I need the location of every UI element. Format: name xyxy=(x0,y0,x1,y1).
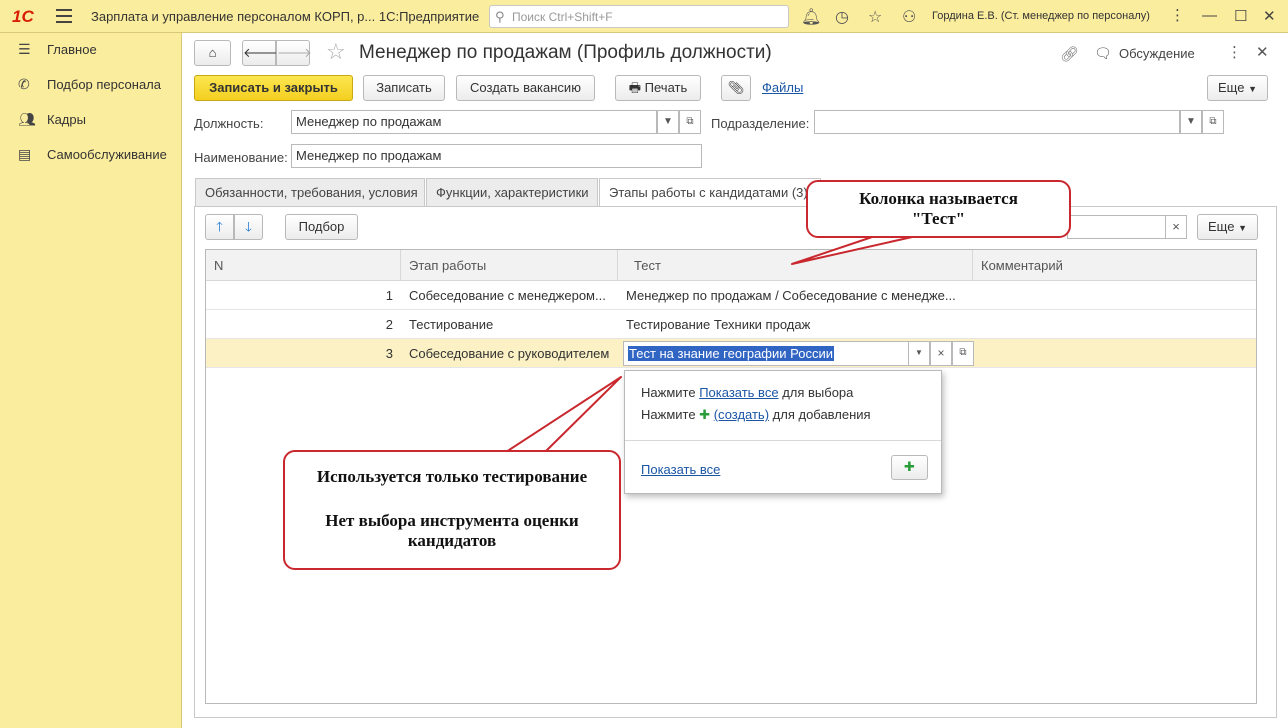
callout-column-name: Колонка называется "Тест" xyxy=(806,180,1071,238)
callout-pointers xyxy=(505,232,931,453)
bottom-callout-pointer xyxy=(505,376,622,453)
callout-top-line2: "Тест" xyxy=(911,209,966,228)
callout-bottom-line1: Используется только тестирование xyxy=(316,467,588,486)
callout-testing-only: Используется только тестирование Нет выб… xyxy=(283,450,621,570)
callout-bottom-line2: Нет выбора инструмента оценки xyxy=(325,511,579,530)
callout-bottom-line3: кандидатов xyxy=(407,531,497,550)
callout-top-line1: Колонка называется xyxy=(859,189,1018,208)
